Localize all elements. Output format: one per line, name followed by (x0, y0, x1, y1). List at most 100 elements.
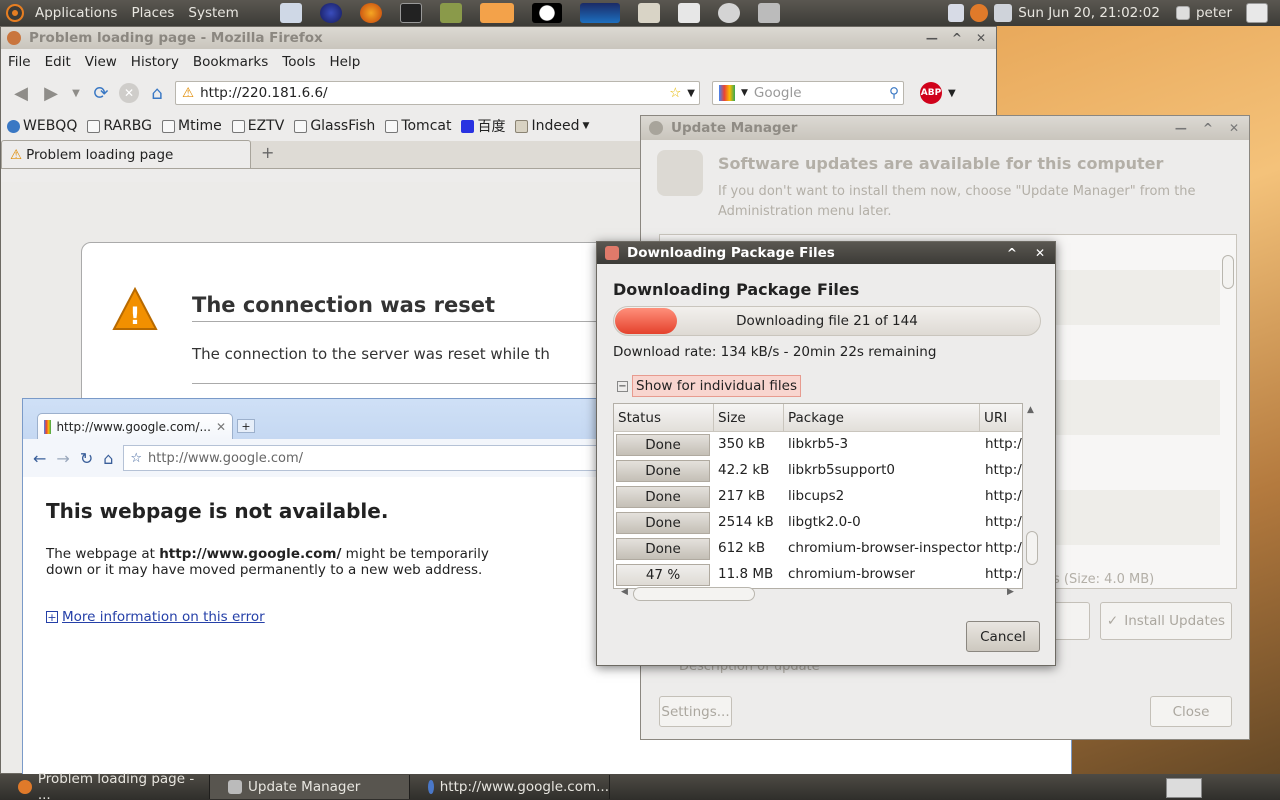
user-status-icon[interactable] (994, 4, 1013, 22)
menu-bookmarks[interactable]: Bookmarks (186, 54, 275, 70)
search-icon[interactable]: ⚲ (889, 85, 903, 101)
bookmark-webqq[interactable]: WEBQQ (7, 118, 77, 134)
close-tab-icon[interactable]: ✕ (216, 420, 232, 434)
system-monitor-icon[interactable] (579, 3, 620, 23)
url-text[interactable]: http://220.181.6.6/ (200, 85, 328, 101)
minimize-icon[interactable]: — (926, 31, 938, 45)
menu-places[interactable]: Places (124, 5, 181, 21)
taskbar-item-update-manager[interactable]: Update Manager (210, 775, 410, 799)
maximize-icon[interactable]: ^ (1203, 121, 1213, 135)
google-engine-icon[interactable] (719, 85, 735, 101)
close-icon[interactable]: ✕ (1229, 121, 1239, 135)
switch-window-icon[interactable] (677, 3, 700, 23)
adblock-dropdown-icon[interactable]: ▼ (948, 88, 956, 99)
url-bar[interactable]: ⚠ http://220.181.6.6/ ☆ ▼ (175, 81, 700, 105)
taskbar-item-firefox[interactable]: Problem loading page - ... (0, 771, 210, 800)
eclipse-launcher-icon[interactable] (319, 3, 342, 23)
close-icon[interactable]: ✕ (1035, 246, 1045, 260)
new-tab-icon[interactable]: + (237, 419, 255, 433)
power-icon[interactable] (717, 3, 740, 23)
stop-icon[interactable]: ✕ (119, 83, 139, 103)
forward-icon[interactable]: ▶ (39, 81, 63, 105)
back-icon[interactable]: ← (33, 449, 46, 468)
bookmark-baidu[interactable]: 百度 (461, 116, 505, 136)
menu-history[interactable]: History (124, 54, 186, 70)
more-info-link[interactable]: More information on this error (62, 609, 265, 625)
weather-icon[interactable] (970, 4, 989, 22)
maximize-icon[interactable]: ^ (952, 31, 962, 45)
chrome-tab[interactable]: http://www.google.com/... ✕ (37, 413, 233, 439)
reload-icon[interactable]: ↻ (80, 449, 93, 468)
expand-icon[interactable]: + (46, 611, 58, 624)
terminal-launcher-icon[interactable] (399, 3, 422, 23)
fish-launcher-icon[interactable] (479, 3, 514, 23)
workspace-switcher-icon[interactable] (1166, 778, 1202, 798)
bookmark-mtime[interactable]: Mtime (162, 118, 222, 134)
close-icon[interactable]: ✕ (976, 31, 986, 45)
scrollbar-thumb[interactable] (1026, 531, 1038, 565)
column-size[interactable]: Size (714, 404, 784, 432)
scrollbar-thumb[interactable] (1222, 255, 1234, 289)
books-launcher-icon[interactable] (439, 3, 462, 23)
files-table[interactable]: Status Size Package URI Done 350 kB libk… (613, 403, 1023, 589)
scroll-up-icon[interactable]: ▲ (1027, 405, 1034, 415)
reload-icon[interactable]: ⟳ (89, 81, 113, 105)
column-status[interactable]: Status (614, 404, 714, 432)
taskbar-item-chrome[interactable]: http://www.google.com... (410, 775, 610, 799)
star-icon[interactable]: ☆ (130, 451, 142, 466)
settings-button[interactable]: Settings... (659, 696, 732, 727)
column-uri[interactable]: URI (980, 404, 1022, 432)
user-name[interactable]: peter (1196, 5, 1232, 21)
bookmark-star-icon[interactable]: ☆ (669, 85, 681, 101)
check-button[interactable] (1050, 602, 1090, 640)
engine-dropdown-icon[interactable]: ▼ (741, 88, 748, 98)
table-row[interactable]: Done 42.2 kB libkrb5support0 http:/ (614, 458, 1022, 484)
omnibox-url[interactable]: http://www.google.com/ (148, 451, 303, 466)
forward-icon[interactable]: → (56, 449, 69, 468)
bookmark-rarbg[interactable]: RARBG (87, 118, 152, 134)
scroll-right-icon[interactable]: ▶ (1007, 587, 1014, 597)
adblock-icon[interactable]: ABP (920, 82, 942, 104)
table-row[interactable]: 47 % 11.8 MB chromium-browser http:/ (614, 562, 1022, 588)
horizontal-scrollbar[interactable]: ◀ ▶ (617, 587, 1017, 601)
ubuntu-logo-icon[interactable] (6, 4, 24, 22)
url-dropdown-icon[interactable]: ▼ (687, 88, 699, 99)
eyes-launcher-icon[interactable] (531, 3, 562, 23)
more-info-row[interactable]: + More information on this error (46, 609, 265, 625)
search-placeholder[interactable]: Google (754, 85, 802, 101)
download-dialog-titlebar[interactable]: Downloading Package Files ^ ✕ (597, 242, 1055, 264)
firefox-titlebar[interactable]: Problem loading page - Mozilla Firefox —… (1, 27, 996, 49)
clock[interactable]: Sun Jun 20, 21:02:02 (1018, 5, 1160, 21)
menu-view[interactable]: View (78, 54, 124, 70)
bookmark-folder-indeed[interactable]: Indeed ▼ (515, 118, 589, 134)
vertical-scrollbar[interactable]: ▲ (1025, 403, 1039, 589)
menu-tools[interactable]: Tools (275, 54, 322, 70)
collapse-icon[interactable]: − (617, 380, 628, 392)
back-icon[interactable]: ◀ (9, 81, 33, 105)
install-updates-button[interactable]: ✓ Install Updates (1100, 602, 1232, 640)
scroll-left-icon[interactable]: ◀ (621, 587, 628, 597)
home-icon[interactable]: ⌂ (103, 449, 113, 468)
menu-file[interactable]: File (1, 54, 38, 70)
expander-label[interactable]: Show for individual files (632, 375, 801, 397)
new-tab-icon[interactable]: + (261, 143, 274, 162)
search-bar[interactable]: ▼ Google ⚲ (712, 81, 904, 105)
minimize-icon[interactable]: — (1175, 121, 1187, 135)
bookmark-eztv[interactable]: EZTV (231, 118, 284, 134)
bookmark-tomcat[interactable]: Tomcat (385, 118, 451, 134)
update-manager-titlebar[interactable]: Update Manager — ^ ✕ (641, 116, 1249, 140)
table-row[interactable]: Done 612 kB chromium-browser-inspector h… (614, 536, 1022, 562)
menu-help[interactable]: Help (323, 54, 368, 70)
table-row[interactable]: Done 2514 kB libgtk2.0-0 http:/ (614, 510, 1022, 536)
cube-launcher-icon[interactable] (279, 3, 302, 23)
tab-problem-loading[interactable]: ⚠ Problem loading page (1, 140, 251, 168)
lock-screen-icon[interactable] (637, 3, 660, 23)
menu-applications[interactable]: Applications (28, 5, 124, 21)
menu-system[interactable]: System (181, 5, 245, 21)
maximize-icon[interactable]: ^ (1007, 246, 1017, 260)
history-dropdown-icon[interactable]: ▼ (69, 81, 83, 105)
cancel-button[interactable]: Cancel (966, 621, 1040, 652)
scrollbar-thumb[interactable] (633, 587, 755, 601)
home-icon[interactable]: ⌂ (145, 81, 169, 105)
menu-edit[interactable]: Edit (38, 54, 78, 70)
